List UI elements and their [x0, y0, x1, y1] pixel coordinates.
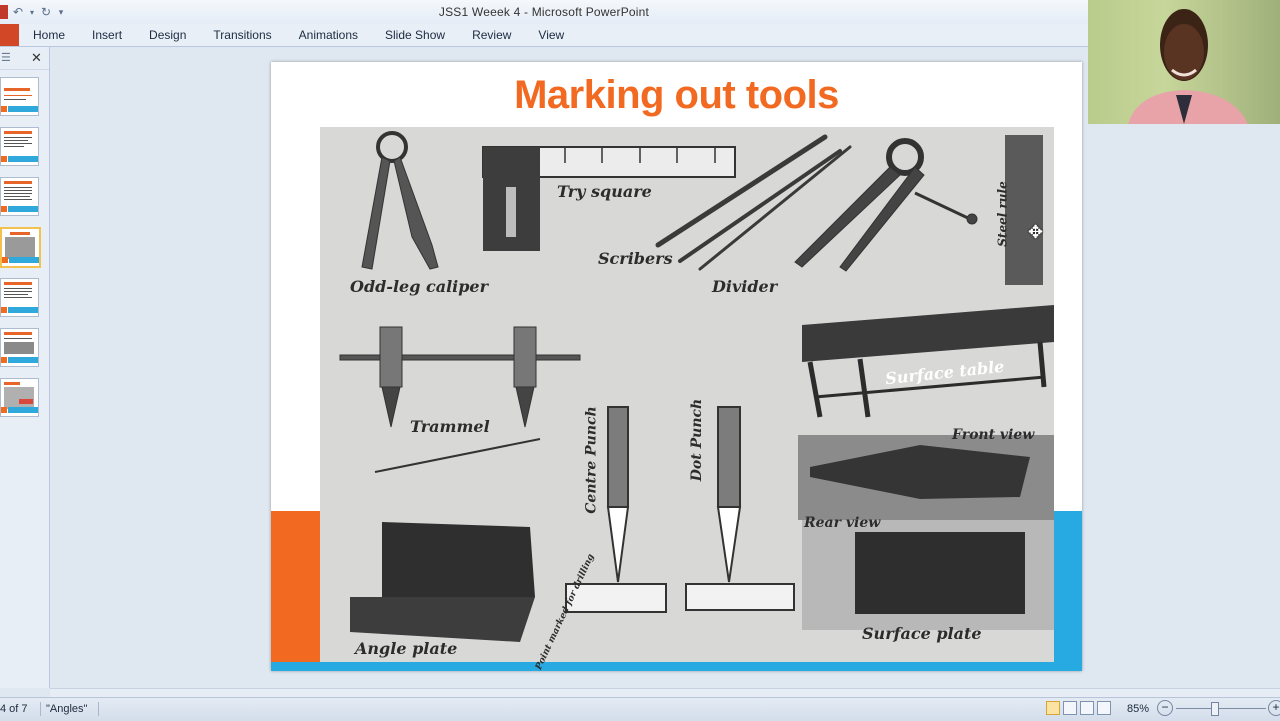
- label-odd-leg-caliper: Odd-leg caliper: [350, 277, 489, 296]
- tab-design[interactable]: Design: [135, 24, 199, 46]
- label-trammel: Trammel: [410, 417, 490, 436]
- label-steel-rule: Steel rule: [995, 181, 1010, 247]
- reading-view-icon[interactable]: [1080, 701, 1094, 715]
- ribbon-tabs: Home Insert Design Transitions Animation…: [0, 24, 1088, 47]
- zoom-slider-track[interactable]: [1176, 708, 1266, 709]
- zoom-in-icon[interactable]: +: [1268, 700, 1280, 716]
- tab-animations[interactable]: Animations: [285, 24, 371, 46]
- slide-thumbnail-5[interactable]: [0, 278, 39, 317]
- status-bar: 4 of 7 "Angles" 85% − +: [0, 697, 1280, 721]
- label-scribers: Scribers: [598, 249, 673, 268]
- tab-insert[interactable]: Insert: [78, 24, 135, 46]
- zoom-slider-thumb[interactable]: [1211, 702, 1219, 716]
- slide-indicator: 4 of 7: [0, 703, 28, 715]
- label-front-view: Front view: [952, 427, 1035, 443]
- outline-view-icon[interactable]: ☰: [1, 51, 11, 64]
- tab-slide-show[interactable]: Slide Show: [371, 24, 458, 46]
- tab-transitions[interactable]: Transitions: [199, 24, 284, 46]
- slide-show-icon[interactable]: [1097, 701, 1111, 715]
- normal-view-icon[interactable]: [1046, 701, 1060, 715]
- label-centre-punch: Centre Punch: [583, 406, 600, 514]
- webcam-overlay: [1088, 0, 1280, 124]
- current-slide[interactable]: Marking out tools Try square Scribers Od…: [271, 62, 1082, 671]
- tab-home[interactable]: Home: [19, 24, 78, 46]
- zoom-out-icon[interactable]: −: [1157, 700, 1173, 716]
- window-title: JSS1 Weeek 4 - Microsoft PowerPoint: [438, 5, 650, 19]
- steel-rule-drawing: [1005, 135, 1043, 285]
- tab-view[interactable]: View: [524, 24, 577, 46]
- view-buttons: [1046, 701, 1111, 715]
- slide-sorter-icon[interactable]: [1063, 701, 1077, 715]
- title-bar: ↶ ▾ ↻ ▾ JSS1 Weeek 4 - Microsoft PowerPo…: [0, 0, 1088, 25]
- surface-plate-photos: [798, 435, 1054, 630]
- label-surface-plate: Surface plate: [862, 624, 982, 643]
- blue-bottom-band: [271, 662, 1082, 671]
- label-angle-plate: Angle plate: [355, 639, 458, 658]
- tools-illustration: [320, 127, 1054, 662]
- label-rear-view: Rear view: [804, 515, 881, 531]
- presenter-icon: [1128, 9, 1248, 124]
- close-icon[interactable]: ✕: [31, 50, 42, 66]
- slide-thumbnail-7[interactable]: [0, 378, 39, 417]
- zoom-level[interactable]: 85%: [1127, 703, 1149, 715]
- move-cursor-icon: ✥: [1028, 222, 1044, 242]
- slide-thumbnail-4-selected[interactable]: [0, 227, 41, 268]
- slide-thumbnail-6[interactable]: [0, 328, 39, 367]
- slide-title[interactable]: Marking out tools: [271, 73, 1082, 118]
- slides-panel: ☰ ✕: [0, 47, 50, 688]
- label-divider: Divider: [712, 277, 778, 296]
- file-tab[interactable]: [0, 24, 19, 46]
- theme-name: "Angles": [46, 703, 88, 715]
- slide-thumbnail-1[interactable]: [0, 77, 39, 116]
- slide-thumbnail-3[interactable]: [0, 177, 39, 216]
- label-dot-punch: Dot Punch: [689, 398, 706, 482]
- label-try-square: Try square: [557, 182, 652, 201]
- blue-accent-band: [1052, 511, 1082, 671]
- slide-thumbnail-2[interactable]: [0, 127, 39, 166]
- marking-out-tools-image[interactable]: Try square Scribers Odd-leg caliper Divi…: [320, 127, 1054, 671]
- tab-review[interactable]: Review: [458, 24, 524, 46]
- orange-accent-band: [271, 511, 323, 671]
- panel-header: ☰ ✕: [0, 47, 49, 70]
